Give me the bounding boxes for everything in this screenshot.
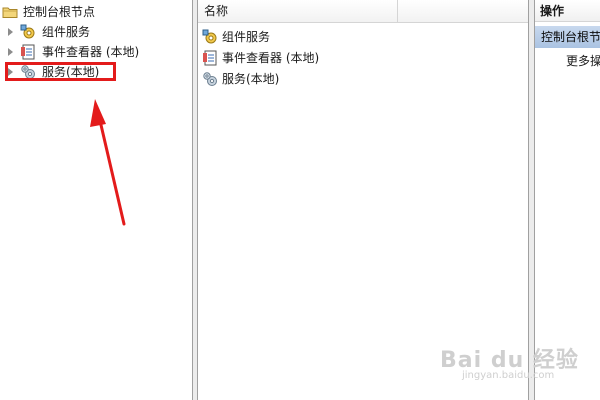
actions-pane: 操作 控制台根节点 更多操作	[534, 0, 600, 400]
column-header-name[interactable]: 名称	[198, 0, 398, 22]
event-viewer-icon	[203, 50, 217, 66]
results-list-pane: 名称 组件服务 事件查看器 (本地) 服务(本地)	[197, 0, 529, 400]
list-item-label: 服务(本地)	[222, 72, 280, 86]
list-item-label: 事件查看器 (本地)	[222, 51, 320, 65]
list-item-services-local[interactable]: 服务(本地)	[202, 69, 502, 89]
services-gear-icon	[203, 72, 217, 86]
actions-header: 操作	[535, 0, 600, 22]
list-item-component-services[interactable]: 组件服务	[202, 27, 502, 47]
list-header: 名称	[198, 0, 528, 23]
component-services-icon	[202, 29, 217, 44]
list-item-label: 组件服务	[222, 30, 271, 44]
list-item-event-viewer[interactable]: 事件查看器 (本地)	[202, 48, 502, 68]
actions-group-console-root[interactable]: 控制台根节点	[535, 26, 600, 48]
more-actions-link[interactable]: 更多操作	[566, 51, 600, 71]
annotation-arrow	[90, 99, 126, 226]
